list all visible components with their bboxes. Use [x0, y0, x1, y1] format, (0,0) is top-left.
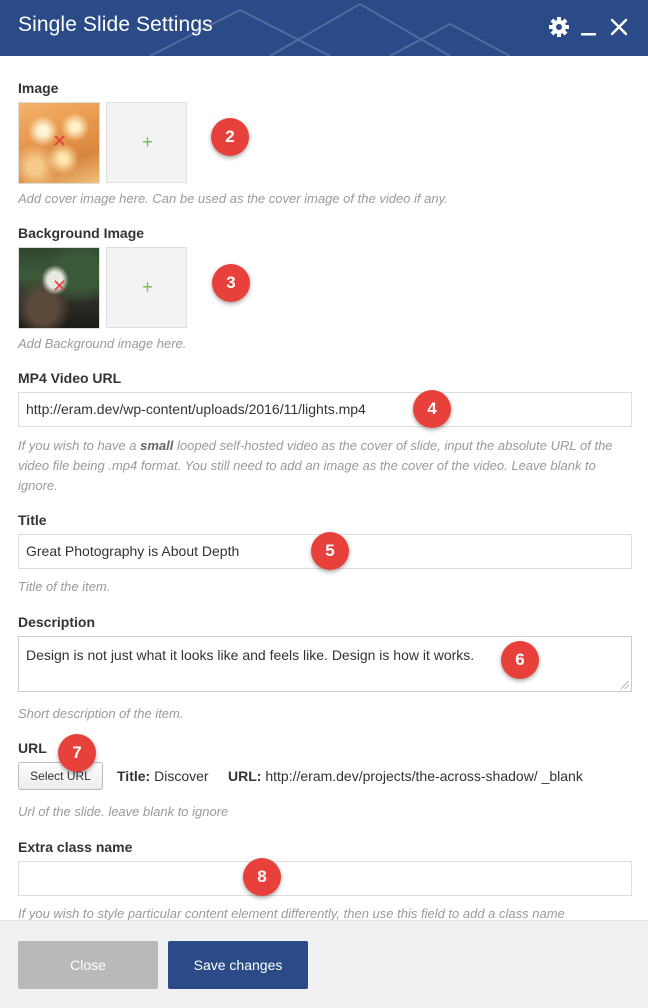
description-help: Short description of the item.	[18, 706, 184, 721]
title-label: Title	[18, 512, 47, 528]
annotation-badge: 5	[311, 532, 349, 570]
url-help: Url of the slide. leave blank to ignore	[18, 804, 229, 819]
dialog-titlebar: Single Slide Settings	[0, 0, 648, 56]
url-label: URL	[18, 740, 47, 756]
minimize-icon[interactable]	[578, 16, 600, 38]
add-background-image-button[interactable]: +	[106, 247, 187, 328]
annotation-badge: 8	[243, 858, 281, 896]
settings-dialog: Single Slide Settings Image ✕ + 2 Add co…	[0, 0, 648, 1008]
extra-class-input[interactable]	[18, 861, 632, 896]
plus-icon: +	[142, 132, 153, 152]
remove-image-icon[interactable]: ✕	[52, 278, 67, 296]
annotation-badge: 7	[58, 734, 96, 772]
image-help: Add cover image here. Can be used as the…	[18, 191, 448, 206]
url-info: Title: Discover URL: http://eram.dev/pro…	[117, 768, 583, 784]
url-target: _blank	[541, 768, 583, 784]
annotation-badge: 2	[211, 118, 249, 156]
annotation-badge: 4	[413, 390, 451, 428]
extra-class-help: If you wish to style particular content …	[18, 906, 565, 920]
annotation-badge: 6	[501, 641, 539, 679]
mp4-url-label: MP4 Video URL	[18, 370, 122, 386]
extra-class-label: Extra class name	[18, 839, 133, 855]
url-key: URL:	[228, 768, 262, 784]
dialog-title: Single Slide Settings	[18, 13, 213, 36]
mp4-url-input[interactable]: http://eram.dev/wp-content/uploads/2016/…	[18, 392, 632, 427]
mp4-url-help: If you wish to have a small looped self-…	[18, 438, 613, 493]
gear-icon[interactable]	[548, 16, 570, 38]
close-button[interactable]: Close	[18, 941, 158, 989]
plus-icon: +	[142, 277, 153, 297]
url-title-key: Title:	[117, 768, 151, 784]
image-label: Image	[18, 80, 59, 96]
save-changes-button[interactable]: Save changes	[168, 941, 308, 989]
description-text: Design is not just what it looks like an…	[26, 647, 475, 663]
background-image-thumbnail: ✕	[18, 247, 100, 329]
annotation-badge: 3	[212, 264, 250, 302]
background-image-help: Add Background image here.	[18, 336, 187, 351]
dialog-body: Image ✕ + 2 Add cover image here. Can be…	[0, 56, 648, 920]
url-title-value: Discover	[154, 768, 209, 784]
description-label: Description	[18, 614, 96, 630]
description-textarea[interactable]: Design is not just what it looks like an…	[18, 636, 632, 692]
add-image-button[interactable]: +	[106, 102, 187, 183]
url-value: http://eram.dev/projects/the-across-shad…	[265, 768, 538, 784]
background-image-label: Background Image	[18, 225, 145, 241]
close-icon[interactable]	[608, 16, 630, 38]
title-help: Title of the item.	[18, 579, 111, 594]
dialog-footer: Close Save changes	[0, 920, 648, 1008]
cover-image-thumbnail: ✕	[18, 102, 100, 184]
resize-handle[interactable]	[621, 681, 629, 689]
help-emphasis: small	[140, 438, 174, 453]
remove-image-icon[interactable]: ✕	[52, 133, 67, 151]
